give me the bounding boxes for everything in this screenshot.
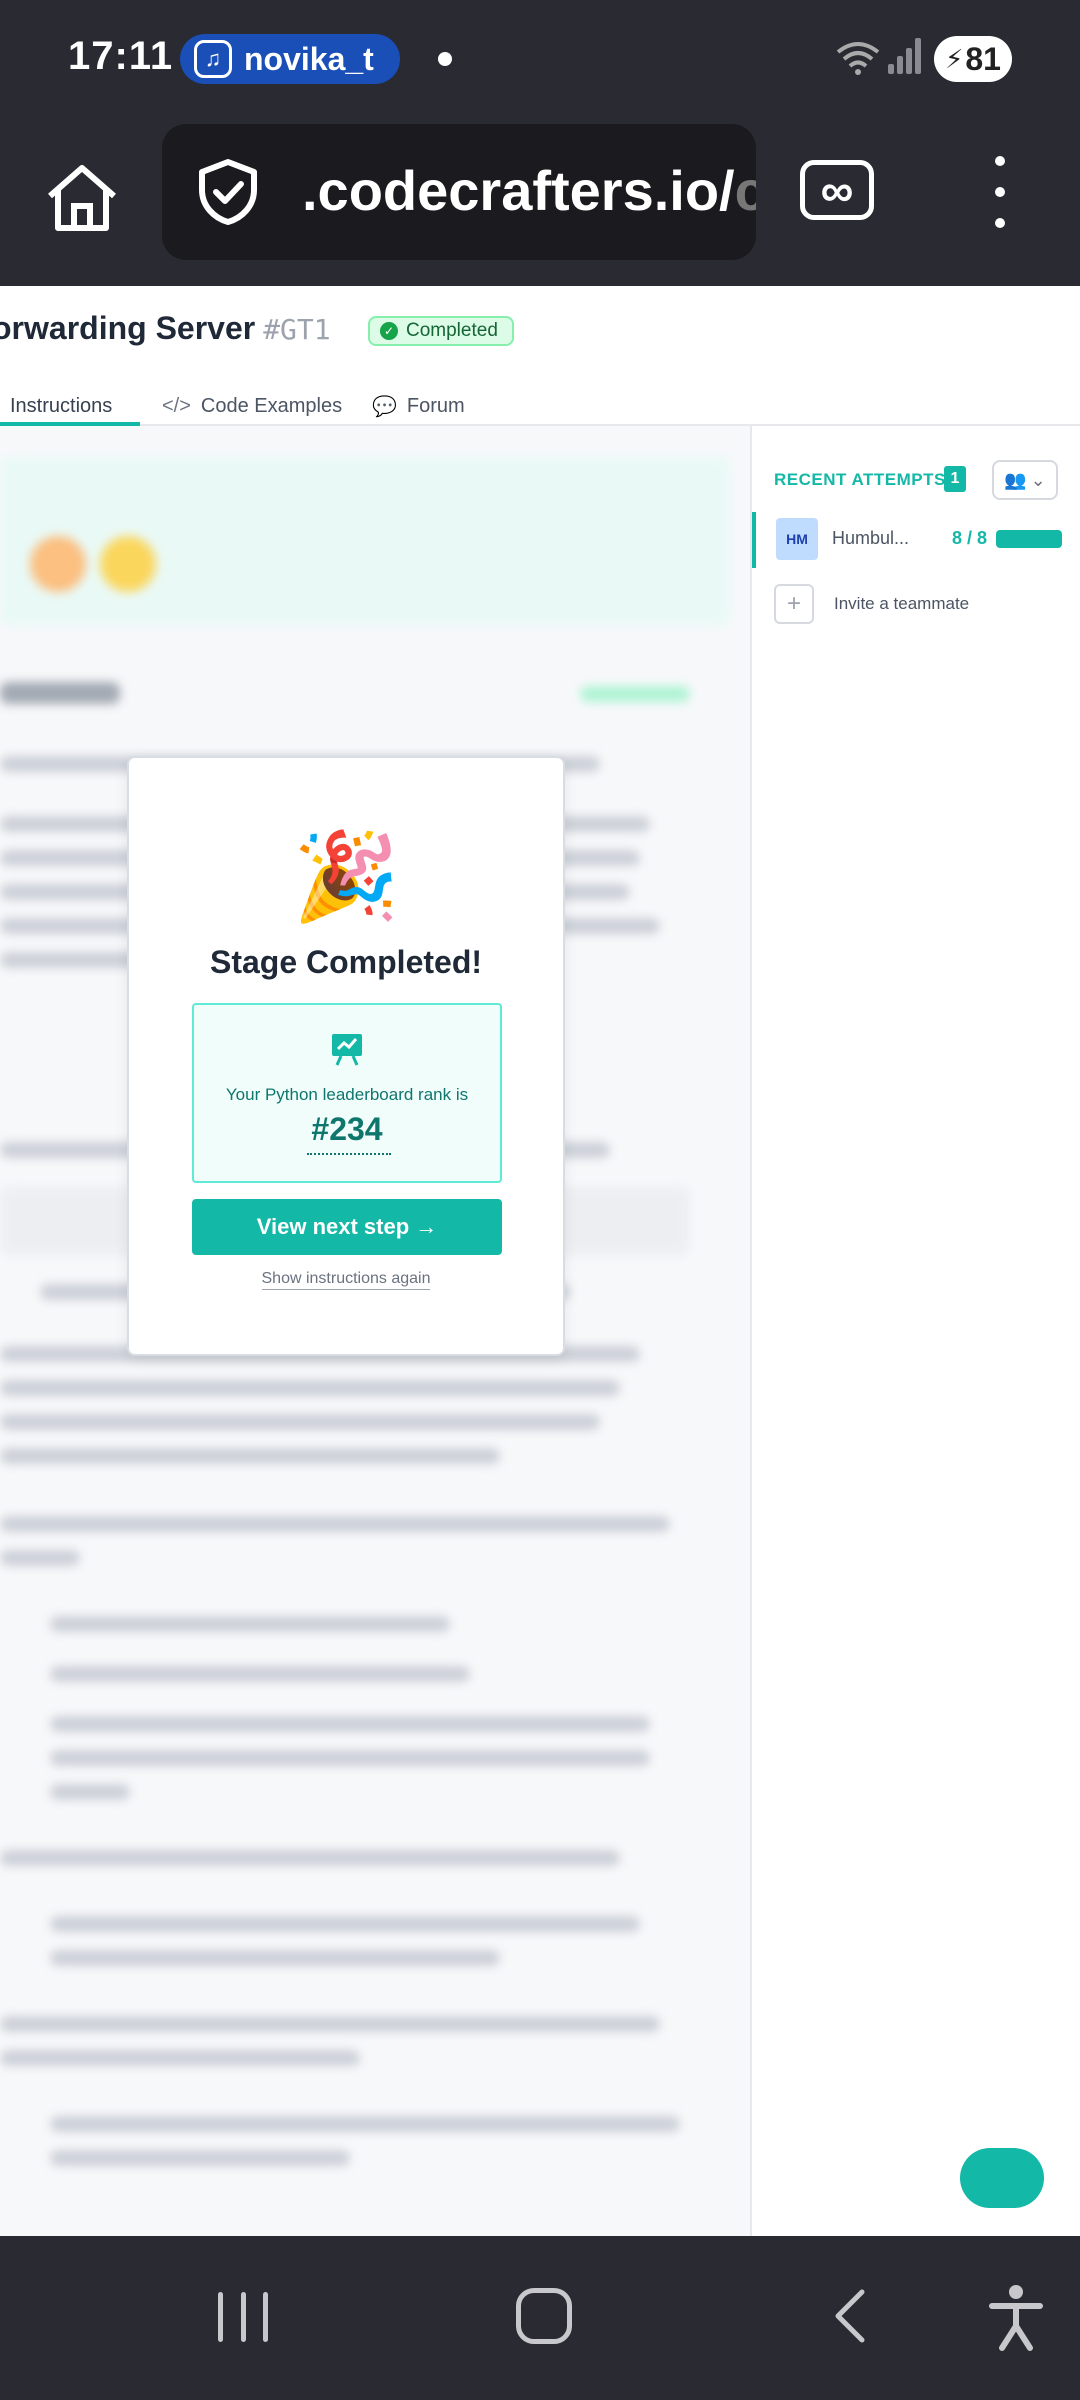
blurred-line (50, 1950, 500, 1966)
blurred-line (0, 1380, 620, 1396)
show-instructions-link[interactable]: Show instructions again (129, 1270, 563, 1290)
wifi-icon (836, 40, 880, 87)
music-icon: ♫ (194, 40, 232, 78)
floating-action-button[interactable] (960, 2148, 1044, 2208)
team-dropdown-button[interactable]: 👥 ⌄ (992, 460, 1058, 500)
recent-attempts-label: RECENT ATTEMPTS (774, 470, 946, 489)
notification-dot (438, 52, 452, 66)
leaderboard-rank-card[interactable]: Your Python leaderboard rank is #234 (192, 1003, 502, 1183)
blurred-link (580, 686, 690, 702)
recent-attempts-count: 1 (944, 466, 966, 492)
rank-underline (307, 1153, 391, 1155)
blurred-line (50, 1784, 130, 1800)
rank-value: #234 (311, 1111, 383, 1147)
status-badge: ✓ Completed (368, 316, 514, 346)
system-nav-bar (0, 2236, 1080, 2400)
notification-pill-text: novika_t (244, 40, 374, 77)
tab-instructions[interactable]: Instructions (0, 386, 112, 426)
invite-teammate-button[interactable]: + Invite a teammate (774, 584, 969, 624)
party-popper-icon: 🎉 (292, 829, 400, 925)
attempt-score: 8 / 8 (952, 528, 988, 548)
blurred-line (50, 1716, 650, 1732)
accessibility-icon[interactable] (986, 2282, 1046, 2352)
tab-code-examples[interactable]: </> Code Examples (162, 386, 342, 426)
blurred-line (0, 1448, 500, 1464)
code-icon: </> (162, 394, 191, 417)
web-page: orwarding Server #GT1 ✓ Completed Instruc… (0, 286, 1080, 2236)
chat-icon: 💬 (372, 395, 397, 418)
blurred-line (0, 1414, 600, 1430)
blurred-avatar (30, 536, 86, 592)
recent-apps-icon[interactable] (218, 2292, 268, 2342)
status-bar: 17:11 ♫ novika_t ⚡ 81 (0, 0, 1080, 120)
blurred-line (0, 1516, 670, 1532)
stage-completed-modal: 🎉 Stage Completed! Your Python leaderboa… (127, 756, 565, 1356)
blurred-banner (0, 456, 730, 626)
more-menu-icon[interactable] (984, 156, 1016, 228)
back-icon[interactable] (826, 2288, 882, 2344)
blurred-line (50, 2150, 350, 2166)
blurred-line (0, 1850, 620, 1866)
modal-title: Stage Completed! (209, 944, 483, 980)
shield-icon[interactable] (192, 156, 264, 228)
browser-toolbar: .codecrafters.io/c ∞ (0, 120, 1080, 286)
page-title: orwarding Server #GT1 (0, 310, 331, 346)
home-nav-icon[interactable] (516, 2288, 572, 2344)
clock: 17:11 (68, 34, 174, 78)
users-icon: 👥 (1004, 469, 1027, 490)
blurred-line (50, 2116, 680, 2132)
check-icon: ✓ (380, 322, 398, 340)
tab-forum[interactable]: 💬 Forum (372, 386, 465, 426)
blurred-line (0, 2050, 360, 2066)
blurred-line (0, 1550, 80, 1566)
blurred-line (50, 1616, 450, 1632)
home-icon[interactable] (40, 156, 124, 240)
battery-indicator: ⚡ 81 (934, 36, 1012, 82)
plus-icon: + (774, 584, 814, 624)
url-bar[interactable]: .codecrafters.io/c (162, 124, 756, 260)
avatar: HM (776, 518, 818, 560)
url-text: .codecrafters.io/c (302, 159, 756, 222)
attempt-row[interactable]: HM Humbul... 8 / 8 (752, 512, 1080, 568)
attempt-username: Humbul... (832, 528, 910, 548)
stage-header: orwarding Server #GT1 ✓ Completed Instruc… (0, 286, 1080, 426)
blurred-line (50, 1750, 650, 1766)
tabs-infinity-icon[interactable]: ∞ (800, 160, 874, 220)
blurred-line (50, 1916, 640, 1932)
view-next-step-button[interactable]: View next step → (192, 1199, 502, 1255)
charging-icon: ⚡ (945, 43, 964, 74)
notification-pill[interactable]: ♫ novika_t (180, 34, 400, 84)
blurred-line (50, 1666, 470, 1682)
blurred-heading (0, 682, 120, 704)
leaderboard-chart-icon (329, 1031, 365, 1067)
chevron-down-icon: ⌄ (1030, 469, 1046, 490)
rank-description: Your Python leaderboard rank is (225, 1085, 469, 1104)
blurred-avatar (100, 536, 156, 592)
recent-attempts-sidebar: RECENT ATTEMPTS 1 👥 ⌄ HM Humbul... 8 / 8 … (750, 426, 1080, 2236)
blurred-line (0, 2016, 660, 2032)
signal-icon (888, 38, 922, 74)
attempt-progress-bar (996, 530, 1062, 548)
